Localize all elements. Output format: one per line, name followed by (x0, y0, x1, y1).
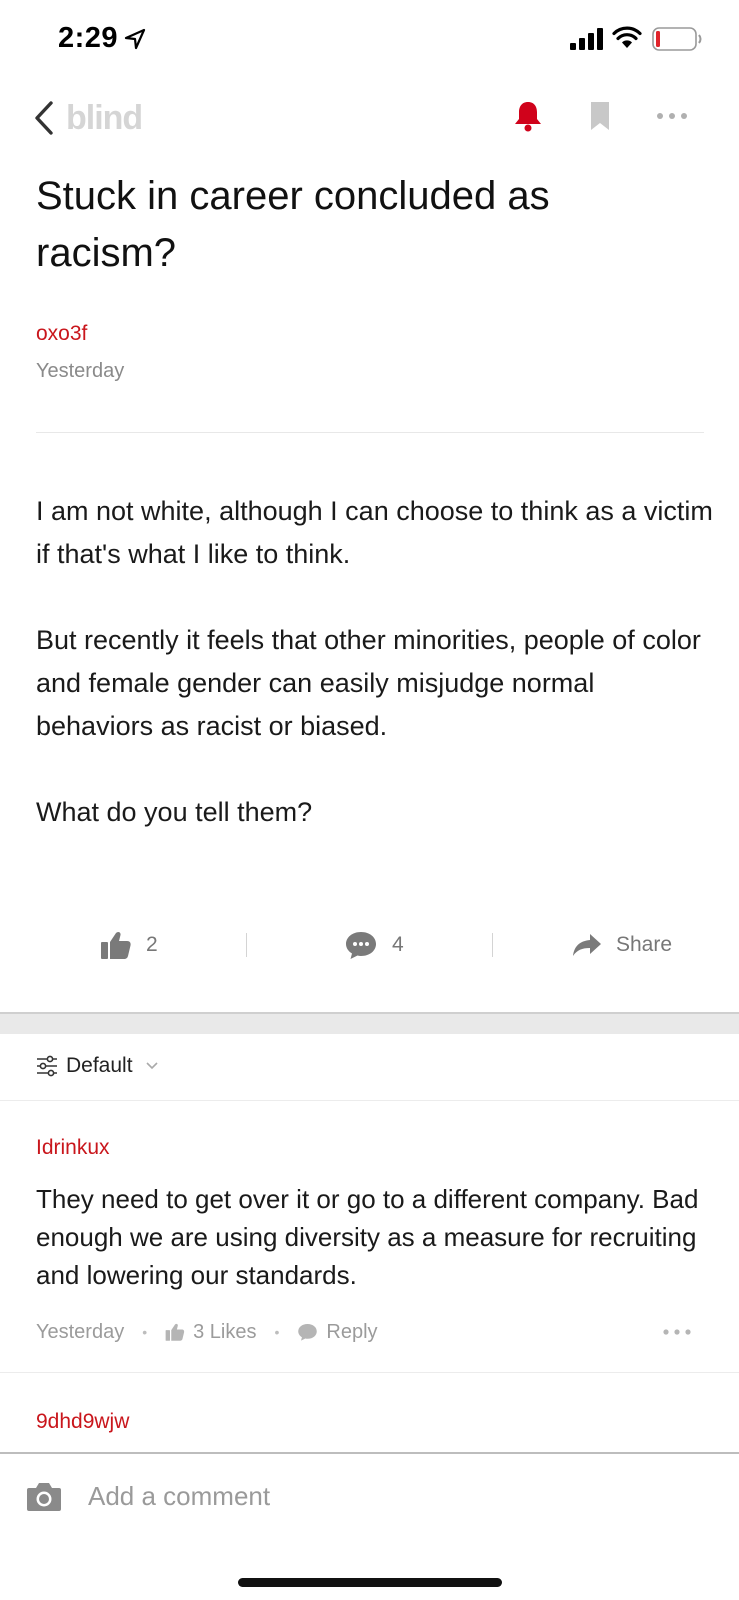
post-title: Stuck in career concluded as racism? (36, 174, 550, 275)
divider (36, 432, 704, 433)
post-paragraph: I am not white, although I can choose to… (36, 496, 713, 569)
section-separator (0, 1012, 739, 1034)
action-separator (246, 933, 247, 957)
sliders-filter-icon (37, 1055, 57, 1077)
comment-likes-label: 3 Likes (193, 1320, 257, 1343)
comment-meta: Yesterday • 3 Likes • Reply (36, 1317, 378, 1347)
bell-icon[interactable] (512, 99, 544, 133)
battery-low-icon (652, 27, 702, 51)
sort-dropdown[interactable]: Default (36, 1052, 159, 1080)
status-time: 2:29 (58, 22, 119, 54)
comment-body: They need to get over it or go to a diff… (36, 1184, 699, 1290)
comment-more-dots-icon[interactable] (662, 1328, 692, 1336)
comment-author[interactable]: Idrinkux (36, 1136, 110, 1160)
comment-bubble-icon (346, 932, 376, 959)
action-separator (492, 933, 493, 957)
wifi-icon (612, 26, 642, 48)
meta-dot: • (274, 1324, 280, 1340)
post-author[interactable]: oxo3f (36, 322, 87, 346)
meta-dot: • (142, 1324, 148, 1340)
post-timestamp: Yesterday (36, 360, 125, 382)
bookmark-icon[interactable] (588, 100, 612, 132)
post-paragraph: What do you tell them? (36, 797, 313, 827)
camera-icon[interactable] (26, 1480, 62, 1512)
comment-author[interactable]: 9dhd9wjw (36, 1410, 129, 1434)
like-button[interactable]: 2 (100, 915, 158, 975)
more-dots-icon[interactable] (656, 112, 688, 120)
comment-like-button[interactable]: 3 Likes (165, 1320, 257, 1344)
chevron-down-icon (145, 1062, 158, 1070)
home-indicator (238, 1578, 502, 1587)
sort-label: Default (66, 1054, 133, 1077)
divider (0, 1100, 739, 1101)
comment-reply-button[interactable]: Reply (297, 1320, 378, 1344)
thumbs-up-icon (101, 931, 131, 959)
like-count: 2 (146, 933, 158, 956)
comment-input[interactable] (88, 1474, 688, 1518)
back-chevron-icon[interactable] (32, 99, 56, 137)
comment-timestamp: Yesterday (36, 1320, 125, 1343)
nav-bar: blind (0, 85, 739, 151)
comment-composer (0, 1452, 739, 1600)
share-button[interactable]: Share (572, 915, 672, 975)
comment-reply-label: Reply (326, 1320, 378, 1343)
location-arrow-icon (124, 28, 146, 50)
share-label: Share (616, 933, 673, 956)
post-paragraph: But recently it feels that other minorit… (36, 625, 701, 741)
cellular-signal-icon (570, 28, 603, 50)
divider (0, 1372, 739, 1373)
post-body: I am not white, although I can choose to… (36, 490, 716, 877)
thumbs-up-icon (165, 1323, 185, 1341)
comment-bubble-icon (298, 1323, 318, 1341)
brand-logo: blind (66, 99, 143, 137)
share-arrow-icon (573, 934, 601, 956)
status-bar: 2:29 (0, 0, 739, 80)
post-actions: 2 4 Share (0, 915, 739, 975)
comment-count: 4 (392, 933, 404, 956)
comment-count-button[interactable]: 4 (344, 915, 404, 975)
